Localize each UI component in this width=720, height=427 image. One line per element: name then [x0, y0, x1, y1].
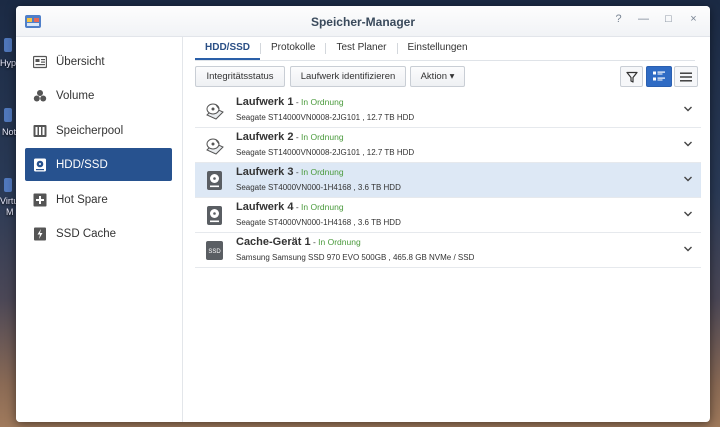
drive-row[interactable]: Laufwerk 2 - In Ordnung Seagate ST14000V… [195, 128, 701, 163]
desktop-label[interactable]: M [6, 207, 14, 217]
sidebar: Übersicht Volume Speicherpool HDD/SSD Ho… [16, 37, 183, 422]
sidebar-item-label: Speicherpool [56, 124, 124, 137]
chevron-down-icon[interactable] [683, 244, 693, 254]
drive-status: In Ordnung [301, 132, 344, 142]
drive-status: In Ordnung [301, 202, 344, 212]
hdd-drive-icon [207, 171, 222, 190]
chevron-down-icon[interactable] [683, 174, 693, 184]
sidebar-item-hot-spare[interactable]: Hot Spare [25, 183, 172, 216]
chevron-down-icon[interactable] [683, 209, 693, 219]
sidebar-item-hdd-ssd[interactable]: HDD/SSD [25, 148, 172, 181]
sidebar-item-ssd-cache[interactable]: SSD Cache [25, 217, 172, 250]
tab-hdd-ssd[interactable]: HDD/SSD [195, 37, 261, 60]
maximize-button[interactable]: □ [662, 13, 675, 26]
sidebar-item-label: Volume [56, 89, 95, 102]
drive-list: Laufwerk 1 - In Ordnung Seagate ST14000V… [195, 93, 701, 268]
chevron-down-icon[interactable] [683, 139, 693, 149]
hdd-platter-icon [206, 103, 224, 120]
sidebar-item-label: HDD/SSD [56, 158, 108, 171]
drive-row[interactable]: Laufwerk 4 - In Ordnung Seagate ST4000VN… [195, 198, 701, 233]
sidebar-item-label: Hot Spare [56, 193, 108, 206]
desktop-app-icon[interactable] [4, 178, 12, 192]
drive-description: Seagate ST14000VN0008-2JG101 , 12.7 TB H… [236, 113, 415, 122]
drive-name: Laufwerk 2 [236, 131, 294, 143]
ssd-icon: SSD [206, 241, 223, 260]
desktop-app-icon[interactable] [4, 38, 12, 52]
integrity-status-button[interactable]: Integritätsstatus [195, 66, 285, 87]
sidebar-item-label: Übersicht [56, 55, 105, 68]
list-icon [680, 72, 692, 81]
toolbar: Integritätsstatus Laufwerk identifiziere… [195, 66, 702, 87]
action-dropdown[interactable]: Aktion ▾ [410, 66, 465, 87]
ssd-cache-icon [33, 227, 47, 241]
tab-bar: HDD/SSD Protokolle Test Planer Einstellu… [195, 37, 695, 61]
sidebar-item-label: SSD Cache [56, 227, 117, 240]
identify-drive-button[interactable]: Laufwerk identifizieren [290, 66, 406, 87]
storage-manager-window: Speicher-Manager ? — □ × Übersicht Volum… [16, 6, 710, 422]
desktop-label[interactable]: Hyp [0, 58, 16, 68]
overview-icon [33, 55, 47, 69]
drive-description: Samsung Samsung SSD 970 EVO 500GB , 465.… [236, 253, 475, 262]
filter-button[interactable] [620, 66, 643, 87]
status-separator: - [293, 132, 302, 142]
desktop-app-icon[interactable] [4, 108, 12, 122]
hot-spare-icon [33, 193, 47, 207]
ssd-icon-label: SSD [208, 249, 221, 255]
drive-status: In Ordnung [301, 97, 344, 107]
drive-name: Laufwerk 1 [236, 96, 294, 108]
drive-row[interactable]: Laufwerk 1 - In Ordnung Seagate ST14000V… [195, 93, 701, 128]
tab-settings[interactable]: Einstellungen [398, 37, 478, 59]
minimize-button[interactable]: — [637, 13, 650, 26]
drive-row[interactable]: SSD Cache-Gerät 1 - In Ordnung Samsung S… [195, 233, 701, 268]
sidebar-item-volume[interactable]: Volume [25, 79, 172, 112]
hdd-icon [33, 158, 47, 172]
hdd-platter-icon [206, 138, 224, 155]
sidebar-item-overview[interactable]: Übersicht [25, 45, 172, 78]
close-button[interactable]: × [687, 13, 700, 26]
detail-list-view-button[interactable] [646, 66, 672, 87]
title-bar[interactable]: Speicher-Manager ? — □ × [16, 6, 710, 37]
status-separator: - [293, 97, 302, 107]
filter-icon [625, 71, 638, 83]
chevron-down-icon[interactable] [683, 104, 693, 114]
detail-list-icon [653, 71, 665, 81]
compact-list-view-button[interactable] [674, 66, 698, 87]
sidebar-item-storage-pool[interactable]: Speicherpool [25, 114, 172, 147]
window-title: Speicher-Manager [310, 15, 416, 29]
desktop-label[interactable]: Not [2, 127, 16, 137]
hdd-drive-icon [207, 206, 222, 225]
drive-name: Cache-Gerät 1 [236, 236, 311, 248]
status-separator: - [293, 167, 302, 177]
drive-name: Laufwerk 4 [236, 201, 294, 213]
drive-name: Laufwerk 3 [236, 166, 294, 178]
main-panel: HDD/SSD Protokolle Test Planer Einstellu… [183, 37, 710, 422]
drive-description: Seagate ST4000VN000-1H4168 , 3.6 TB HDD [236, 218, 401, 227]
tab-test-scheduler[interactable]: Test Planer [326, 37, 396, 59]
status-separator: - [293, 202, 302, 212]
help-button[interactable]: ? [612, 13, 625, 26]
drive-status: In Ordnung [301, 167, 344, 177]
volume-icon [33, 89, 47, 103]
drive-description: Seagate ST14000VN0008-2JG101 , 12.7 TB H… [236, 148, 415, 157]
drive-description: Seagate ST4000VN000-1H4168 , 3.6 TB HDD [236, 183, 401, 192]
storage-pool-icon [33, 124, 47, 138]
tab-logs[interactable]: Protokolle [261, 37, 325, 59]
drive-status: In Ordnung [318, 237, 361, 247]
drive-row[interactable]: Laufwerk 3 - In Ordnung Seagate ST4000VN… [195, 163, 701, 198]
